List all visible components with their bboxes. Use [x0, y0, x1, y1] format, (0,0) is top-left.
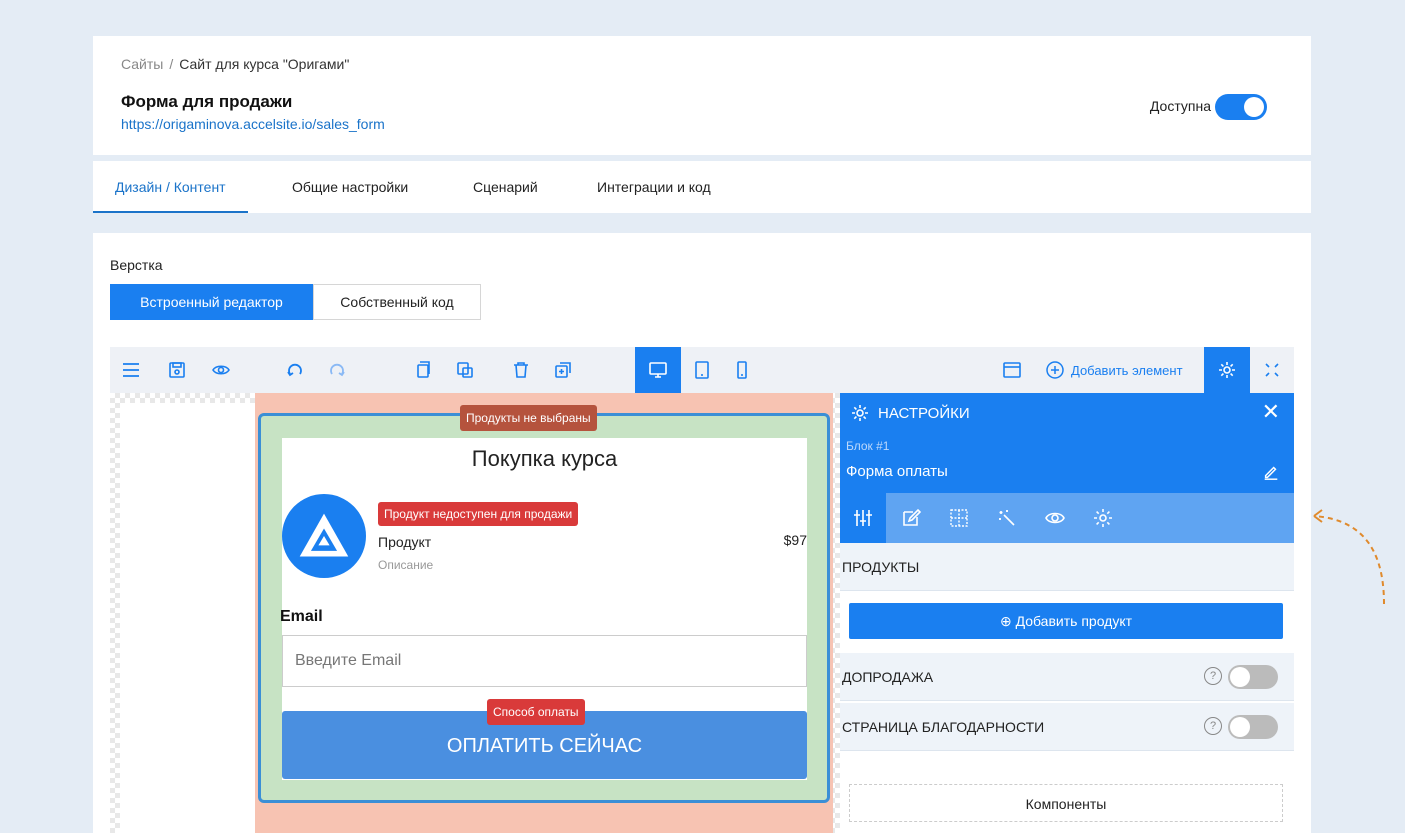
- product-unavailable-badge: Продукт недоступен для продажи: [378, 502, 579, 526]
- plus-circle-icon: ⊕: [999, 613, 1012, 629]
- breadcrumb-separator: /: [169, 56, 174, 72]
- duplicate-icon[interactable]: [406, 347, 440, 393]
- email-field[interactable]: Введите Email: [282, 635, 807, 687]
- payment-method-badge: Способ оплаты: [487, 699, 585, 725]
- editor-canvas: Покупка курса Продукт недоступен для про…: [110, 393, 840, 833]
- tab-scenario[interactable]: Сценарий: [473, 161, 538, 213]
- help-icon[interactable]: ?: [1204, 667, 1222, 685]
- email-label: Email: [280, 608, 323, 625]
- canvas-margin: [120, 403, 255, 833]
- tab-design-content[interactable]: Дизайн / Контент: [93, 161, 248, 213]
- available-label: Доступна: [1149, 98, 1211, 114]
- settings-panel-header: НАСТРОЙКИ ✕ Блок #1 Форма оплаты: [840, 393, 1294, 493]
- tabs-bar: Дизайн / Контент Общие настройки Сценари…: [93, 161, 1311, 213]
- advanced-gear-icon[interactable]: [1080, 493, 1126, 543]
- product-name: Продукт: [378, 534, 432, 550]
- upsell-section: ДОПРОДАЖА ?: [840, 653, 1294, 701]
- grid-icon[interactable]: [936, 493, 982, 543]
- breadcrumb-current: Сайт для курса "Оригами": [179, 56, 350, 72]
- layout-label: Верстка: [110, 257, 163, 273]
- edit-pencil-icon[interactable]: [1262, 463, 1280, 486]
- builtin-editor-button[interactable]: Встроенный редактор: [110, 284, 313, 320]
- preview-eye-icon[interactable]: [204, 347, 238, 393]
- fullscreen-icon[interactable]: [1255, 347, 1289, 393]
- redo-icon[interactable]: [320, 347, 354, 393]
- sliders-icon[interactable]: [840, 493, 886, 543]
- save-icon[interactable]: [160, 347, 194, 393]
- thank-you-toggle[interactable]: [1228, 715, 1278, 739]
- no-products-badge: Продукты не выбраны: [460, 405, 597, 431]
- menu-icon[interactable]: [114, 347, 148, 393]
- product-logo: [282, 494, 366, 578]
- add-product-button[interactable]: ⊕ Добавить продукт: [849, 603, 1283, 639]
- settings-tabs: [840, 493, 1294, 543]
- thank-you-section: СТРАНИЦА БЛАГОДАРНОСТИ ?: [840, 703, 1294, 751]
- plus-circle-icon: [1046, 361, 1064, 379]
- logo-triangle-icon: [299, 513, 349, 557]
- product-price: $97: [783, 532, 807, 548]
- desktop-view-icon[interactable]: [635, 347, 681, 393]
- delete-icon[interactable]: [504, 347, 538, 393]
- products-section-label: ПРОДУКТЫ: [842, 559, 920, 575]
- add-block-icon[interactable]: [546, 347, 580, 393]
- settings-gear-icon[interactable]: [1204, 347, 1250, 393]
- thank-you-label: СТРАНИЦА БЛАГОДАРНОСТИ: [842, 719, 1045, 735]
- form-content: Покупка курса Продукт недоступен для про…: [280, 438, 807, 780]
- magic-wand-icon[interactable]: [984, 493, 1030, 543]
- close-icon[interactable]: ✕: [1262, 399, 1280, 425]
- form-block[interactable]: Покупка курса Продукт недоступен для про…: [258, 413, 830, 803]
- upsell-label: ДОПРОДАЖА: [842, 669, 934, 685]
- components-button[interactable]: Компоненты: [849, 784, 1283, 822]
- upsell-toggle[interactable]: [1228, 665, 1278, 689]
- visibility-eye-icon[interactable]: [1032, 493, 1078, 543]
- available-toggle[interactable]: [1215, 94, 1267, 120]
- page-header: Сайты / Сайт для курса "Оригами" Форма для…: [93, 36, 1311, 155]
- settings-title: НАСТРОЙКИ: [850, 403, 970, 423]
- product-description: Описание: [378, 558, 434, 572]
- block-number: Блок #1: [846, 439, 890, 453]
- edit-square-icon[interactable]: [888, 493, 934, 543]
- products-section: ПРОДУКТЫ: [840, 543, 1294, 591]
- undo-icon[interactable]: [278, 347, 312, 393]
- form-name: Форма оплаты: [846, 463, 948, 480]
- breadcrumb-sites-link[interactable]: Сайты: [121, 56, 163, 72]
- add-element-button[interactable]: Добавить элемент: [1045, 347, 1183, 393]
- own-code-button[interactable]: Собственный код: [313, 284, 481, 320]
- editor-card: Верстка Встроенный редактор Собственный …: [93, 233, 1311, 833]
- editor-toolbar: Добавить элемент: [110, 347, 1294, 393]
- page-url-link[interactable]: https://origaminova.accelsite.io/sales_f…: [121, 116, 385, 132]
- mobile-view-icon[interactable]: [725, 347, 759, 393]
- gear-icon: [852, 405, 868, 421]
- settings-panel: НАСТРОЙКИ ✕ Блок #1 Форма оплаты ПРОДУКТ…: [840, 393, 1294, 833]
- help-icon[interactable]: ?: [1204, 717, 1222, 735]
- breadcrumb: Сайты / Сайт для курса "Оригами": [121, 56, 349, 72]
- add-element-label: Добавить элемент: [1071, 362, 1183, 378]
- annotation-arrow: [1313, 509, 1385, 605]
- paste-icon[interactable]: [448, 347, 482, 393]
- tab-integrations[interactable]: Интеграции и код: [597, 161, 711, 213]
- layout-window-icon[interactable]: [995, 347, 1029, 393]
- tab-general-settings[interactable]: Общие настройки: [292, 161, 408, 213]
- form-title[interactable]: Покупка курса: [282, 446, 807, 472]
- add-product-label: Добавить продукт: [1015, 613, 1133, 629]
- tablet-view-icon[interactable]: [685, 347, 719, 393]
- settings-title-text: НАСТРОЙКИ: [878, 404, 970, 422]
- page-title: Форма для продажи: [121, 92, 293, 111]
